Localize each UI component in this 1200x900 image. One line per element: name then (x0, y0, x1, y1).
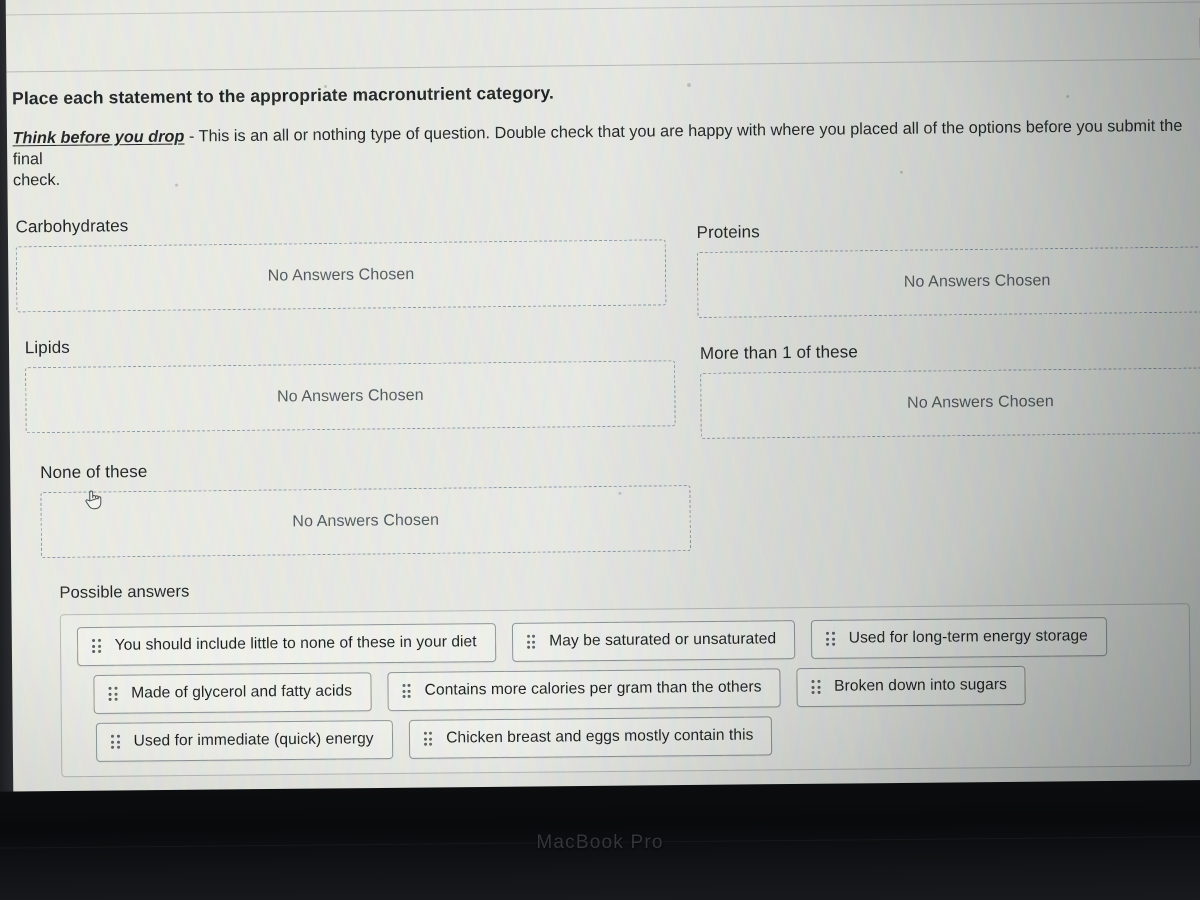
dropzone-lipids[interactable]: No Answers Chosen (25, 359, 676, 433)
dropzone-empty-label: No Answers Chosen (907, 392, 1054, 412)
answer-row: You should include little to none of the… (76, 616, 1173, 666)
category-title: Proteins (696, 221, 760, 242)
drag-handle-icon[interactable] (826, 631, 835, 646)
answer-chip[interactable]: You should include little to none of the… (76, 622, 496, 666)
dropzone-proteins[interactable]: No Answers Chosen (696, 245, 1200, 318)
question-warning: Think before you drop - This is an all o… (12, 116, 1200, 191)
category-carbohydrates: Carbohydrates No Answers Chosen (15, 210, 667, 312)
category-more-than-1: More than 1 of these No Answers Chosen (699, 331, 1200, 439)
category-proteins: Proteins No Answers Chosen (696, 217, 1200, 318)
laptop-screen: Re Place each statement to the appropria… (0, 0, 1200, 831)
drag-handle-icon[interactable] (110, 734, 120, 749)
answer-chip-label: Made of glycerol and fatty acids (131, 682, 353, 702)
instructions-block: Place each statement to the appropriate … (0, 59, 1200, 191)
answer-chip-label: Used for long-term energy storage (848, 626, 1088, 647)
dropzone-empty-label: No Answers Chosen (292, 511, 440, 530)
answer-chip-label: May be saturated or unsaturated (549, 629, 777, 650)
drag-handle-icon[interactable] (108, 686, 118, 701)
drag-handle-icon[interactable] (423, 731, 433, 746)
possible-answers-panel: You should include little to none of the… (59, 602, 1192, 777)
category-grid: Carbohydrates No Answers Chosen Proteins… (0, 204, 1200, 558)
drag-handle-icon[interactable] (401, 683, 411, 698)
dropzone-carbohydrates[interactable]: No Answers Chosen (15, 238, 667, 312)
dropzone-empty-label: No Answers Chosen (903, 271, 1051, 291)
answer-row: Used for immediate (quick) energy Chicke… (78, 712, 1174, 762)
question-prompt: Place each statement to the appropriate … (12, 82, 555, 109)
answer-chip[interactable]: Used for long-term energy storage (810, 616, 1108, 659)
answer-chip-label: You should include little to none of the… (114, 632, 477, 654)
answer-chip-label: Used for immediate (quick) energy (133, 729, 374, 750)
category-title: More than 1 of these (699, 341, 858, 363)
answer-chip[interactable]: May be saturated or unsaturated (511, 619, 796, 662)
possible-answers-section: Possible answers You should include litt… (0, 571, 1200, 778)
answer-chip[interactable]: Used for immediate (quick) energy (95, 719, 393, 762)
dropzone-empty-label: No Answers Chosen (276, 386, 424, 406)
drag-handle-icon[interactable] (811, 679, 821, 694)
laptop-photo: Re Place each statement to the appropria… (0, 0, 1200, 900)
answer-chip[interactable]: Contains more calories per gram than the… (386, 667, 781, 711)
possible-answers-title: Possible answers (59, 582, 190, 602)
dropzone-none-of-these[interactable]: No Answers Chosen (40, 484, 692, 558)
dropzone-empty-label: No Answers Chosen (267, 265, 415, 285)
macbook-pro-label: MacBook Pro (536, 832, 664, 853)
category-title: None of these (40, 461, 148, 482)
answer-chip[interactable]: Broken down into sugars (796, 665, 1027, 707)
category-title: Lipids (24, 337, 70, 357)
quiz-page: Re Place each statement to the appropria… (0, 0, 1200, 778)
drag-handle-icon[interactable] (526, 634, 536, 649)
warning-line2: check. (12, 170, 61, 190)
category-lipids: Lipids No Answers Chosen (25, 325, 676, 433)
warning-rest: - This is an all or nothing type of ques… (184, 116, 1183, 146)
answer-chip-label: Broken down into sugars (834, 675, 1007, 695)
drag-handle-icon[interactable] (92, 638, 101, 653)
category-title: Carbohydrates (15, 215, 129, 236)
category-none-of-these: None of these No Answers Chosen (40, 450, 692, 558)
warning-emphasis: Think before you drop (12, 127, 185, 148)
answer-chip-label: Chicken breast and eggs mostly contain t… (446, 726, 754, 747)
answer-chip[interactable]: Chicken breast and eggs mostly contain t… (408, 715, 773, 759)
answer-chip[interactable]: Made of glycerol and fatty acids (93, 671, 372, 714)
answer-row: Made of glycerol and fatty acids Contain… (77, 664, 1173, 714)
answer-chip-label: Contains more calories per gram than the… (424, 678, 762, 699)
dropzone-more-than-1[interactable]: No Answers Chosen (700, 366, 1200, 439)
warning-overflow: final (12, 149, 43, 169)
